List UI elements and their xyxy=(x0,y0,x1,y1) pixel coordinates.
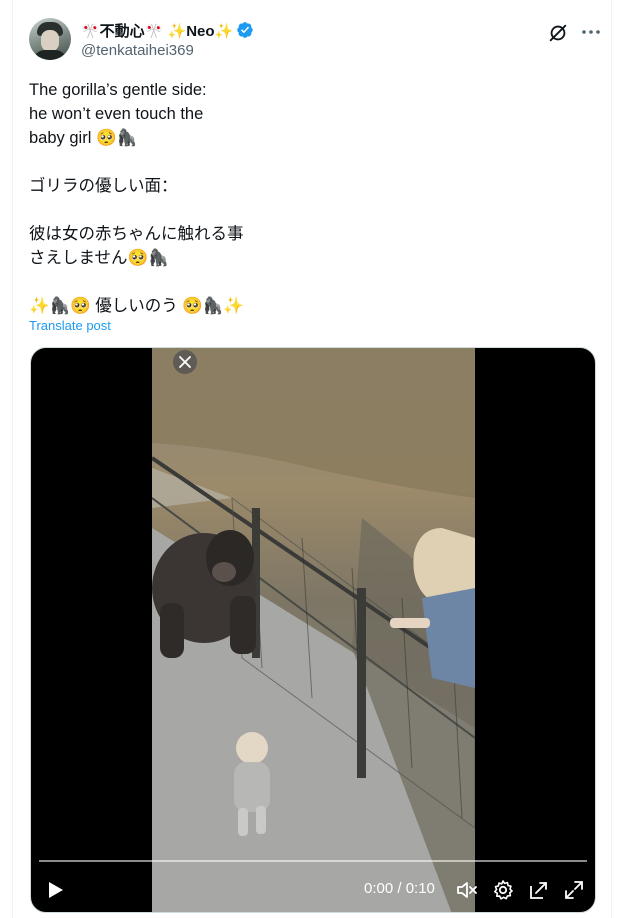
tweet-line: 彼は女の赤ちゃんに触れる事 xyxy=(29,225,244,243)
grok-icon[interactable] xyxy=(547,22,569,44)
tweet-line: ゴリラの優しい面： xyxy=(29,177,178,195)
tweet-line: The gorilla’s gentle side: xyxy=(29,81,207,99)
fullscreen-icon[interactable] xyxy=(562,878,586,902)
tweet-line: he won’t even touch the xyxy=(29,105,204,123)
more-icon[interactable] xyxy=(579,20,603,44)
close-icon xyxy=(179,356,191,368)
tweet-text: The gorilla’s gentle side: he won’t even… xyxy=(29,78,589,318)
dock-icon[interactable] xyxy=(527,878,551,902)
video-controls: 0:00 / 0:10 xyxy=(31,870,595,910)
verified-badge-icon xyxy=(237,22,253,38)
settings-icon[interactable] xyxy=(491,878,515,902)
video-time: 0:00 / 0:10 xyxy=(364,880,435,897)
translate-post-link[interactable]: Translate post xyxy=(29,318,111,333)
author-handle[interactable]: @tenkataihei369 xyxy=(81,42,194,59)
avatar[interactable] xyxy=(29,18,71,60)
volume-icon[interactable] xyxy=(455,878,479,902)
display-name[interactable]: 🎌不動心🎌 ✨Neo✨ xyxy=(81,20,233,41)
tweet-card: 🎌不動心🎌 ✨Neo✨ @tenkataihei369 The gorilla’… xyxy=(12,0,612,918)
video-progress-bar[interactable] xyxy=(39,860,587,862)
tweet-line: ✨🦍🥺 優しいのう 🥺🦍✨ xyxy=(29,297,244,315)
tweet-line: baby girl 🥺🦍 xyxy=(29,129,138,147)
play-icon[interactable] xyxy=(43,878,67,902)
video-frame[interactable] xyxy=(152,348,475,913)
close-video-button[interactable] xyxy=(173,350,197,374)
tweet-line: さえしません🥺🦍 xyxy=(29,249,169,267)
video-player[interactable]: 0:00 / 0:10 xyxy=(30,347,596,913)
author-name-row: 🎌不動心🎌 ✨Neo✨ xyxy=(81,20,254,40)
